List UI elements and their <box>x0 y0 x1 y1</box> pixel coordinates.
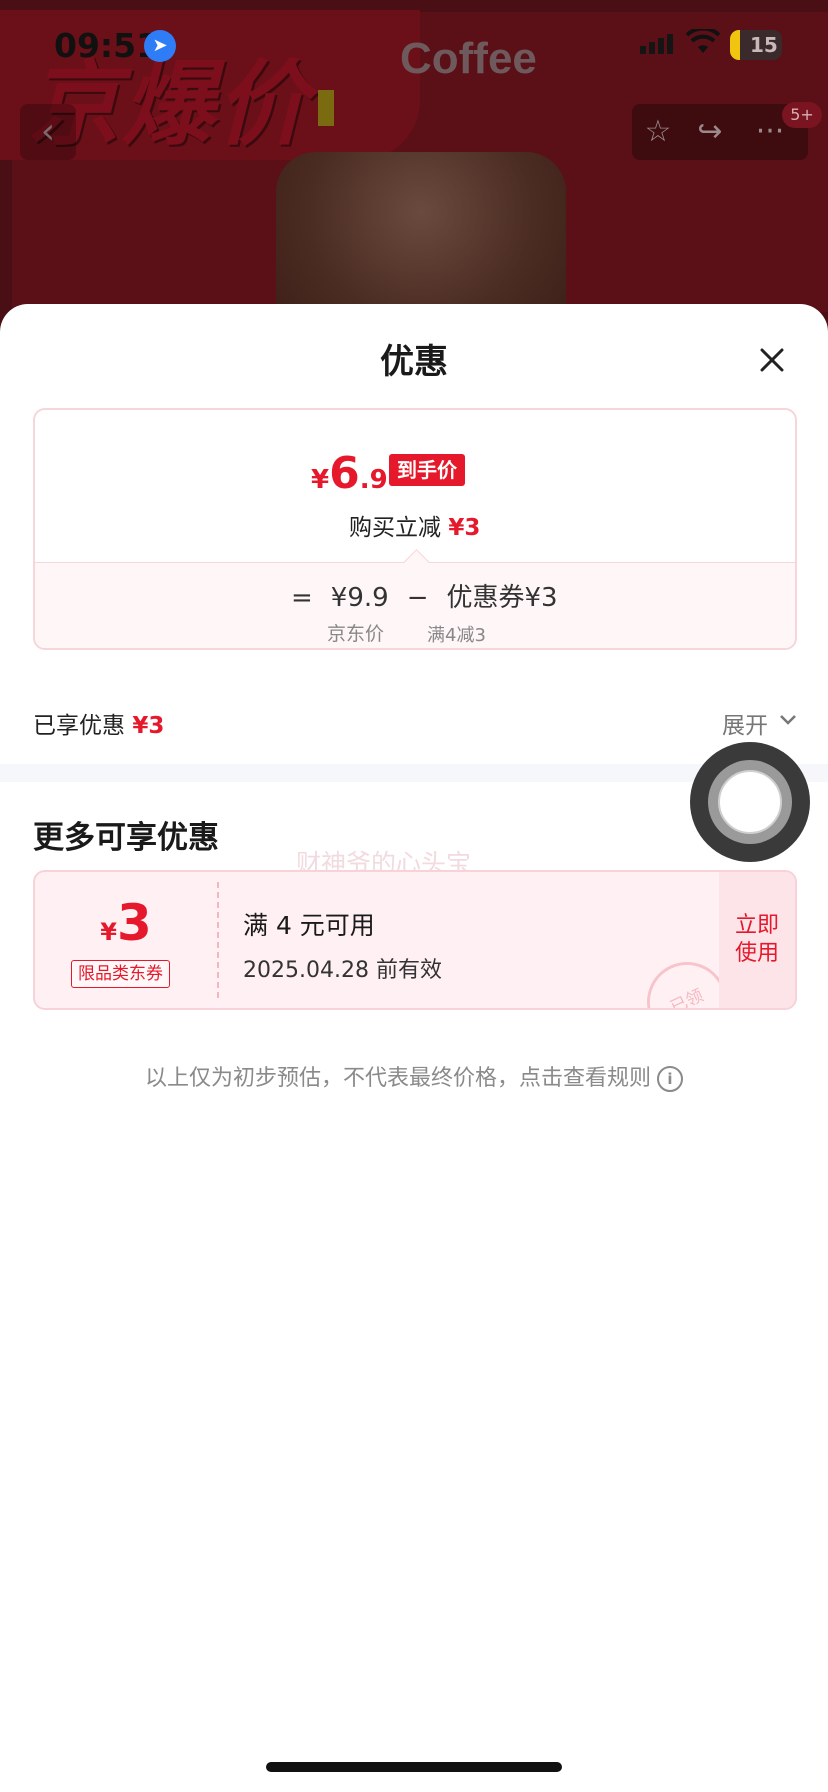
expand-button[interactable]: 展开 <box>722 706 768 740</box>
sheet-title: 优惠 <box>380 342 448 382</box>
use-now-line2: 使用 <box>734 941 779 966</box>
use-now-line1: 立即 <box>734 913 779 938</box>
coupon-card: ¥3 限品类东券 满 4 元可用 2025.04.28 前有效 已领 立即 使用 <box>33 870 797 1010</box>
discount-sheet: 优惠 ¥6.9 到手价 购买立减 ¥3 = ¥9.9− 优惠券¥3 京东价 满4减3… <box>0 304 828 1792</box>
coupon-condition: 满 4 元可用 <box>243 911 375 940</box>
use-now-button[interactable]: 立即 使用 <box>719 872 795 1008</box>
final-price-tag: 到手价 <box>389 454 465 486</box>
coupon-value: ¥3 限品类东券 <box>35 872 217 1008</box>
back-button: ‹ <box>20 104 76 160</box>
close-icon <box>760 348 784 372</box>
star-icon: ☆ <box>644 114 672 149</box>
instant-discount: 购买立减 ¥3 <box>349 515 481 541</box>
info-icon[interactable]: i <box>657 1066 683 1092</box>
price-disclaimer[interactable]: 以上仅为初步预估，不代表最终价格，点击查看规则 i <box>0 1060 828 1092</box>
wifi-icon <box>685 26 721 63</box>
location-icon: ➤ <box>144 30 176 62</box>
more-discounts-title: 更多可享优惠 <box>33 820 219 856</box>
product-word: Coffee <box>400 34 537 83</box>
coupon-divider <box>217 882 219 998</box>
coupon-rule-label: 满4减3 <box>427 625 486 646</box>
cart-badge: 5+ <box>782 102 822 128</box>
battery-level: 15 <box>750 33 778 57</box>
chevron-down-icon[interactable] <box>778 712 798 728</box>
jd-price-label: 京东价 <box>327 623 385 645</box>
home-indicator[interactable] <box>266 1762 562 1772</box>
cellular-signal-icon <box>640 34 676 56</box>
price-formula: = ¥9.9− 优惠券¥3 京东价 满4减3 <box>35 549 795 648</box>
disclaimer-text: 以上仅为初步预估，不代表最终价格，点击查看规则 <box>144 1066 651 1091</box>
formula-line: = ¥9.9− 优惠券¥3 <box>291 583 558 613</box>
assistive-touch-button[interactable] <box>690 742 810 862</box>
coupon-type-badge: 限品类东券 <box>71 960 170 988</box>
final-price: ¥6.9 <box>311 448 388 499</box>
share-icon: ↪ <box>697 114 723 149</box>
down-arrow-icon <box>318 90 334 126</box>
price-breakdown-card: ¥6.9 到手价 购买立减 ¥3 = ¥9.9− 优惠券¥3 京东价 满4减3 <box>33 408 797 650</box>
coupon-amount: ¥3 <box>100 894 152 952</box>
battery-icon: 15 <box>730 30 782 60</box>
close-button[interactable] <box>752 340 792 380</box>
coupon-validity: 2025.04.28 前有效 <box>243 958 442 983</box>
enjoyed-discount: 已享优惠 ¥3 <box>33 713 165 739</box>
